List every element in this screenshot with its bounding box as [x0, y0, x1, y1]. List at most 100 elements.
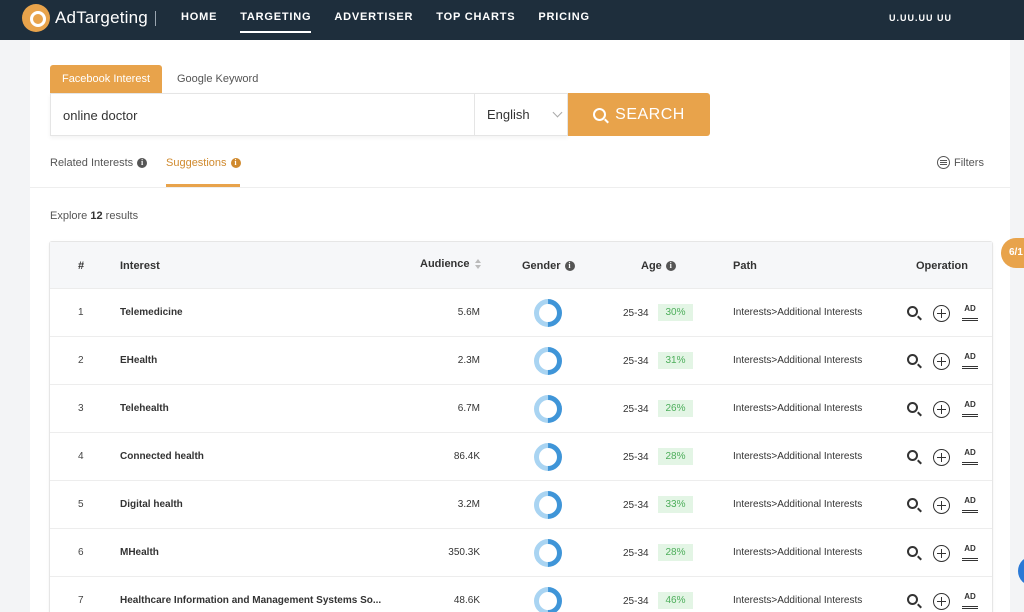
row-interest[interactable]: EHealth — [120, 355, 395, 366]
ad-icon[interactable]: AD — [962, 400, 978, 417]
nav-advertiser[interactable]: ADVERTISER — [334, 11, 413, 33]
row-age-range: 25-34 — [623, 404, 649, 415]
row-age-range: 25-34 — [623, 356, 649, 367]
row-interest[interactable]: Telehealth — [120, 403, 395, 414]
row-path: Interests>Additional Interests — [733, 547, 863, 558]
row-interest[interactable]: MHealth — [120, 547, 395, 558]
add-icon[interactable] — [933, 401, 950, 418]
info-icon: i — [665, 261, 676, 271]
row-path: Interests>Additional Interests — [733, 499, 863, 510]
nav-top-charts[interactable]: TOP CHARTS — [436, 11, 515, 33]
search-bar: online doctor English — [50, 93, 568, 136]
filters-button[interactable]: Filters — [937, 156, 984, 169]
table-row: 6 MHealth 350.3K 25-34 28% Interests>Addition… — [50, 529, 992, 577]
nav-divider — [155, 11, 156, 26]
add-icon[interactable] — [933, 545, 950, 562]
info-icon: i — [230, 158, 241, 168]
row-operations: AD — [906, 400, 986, 418]
table-row: 5 Digital health 3.2M 25-34 33% Interests>Add… — [50, 481, 992, 529]
tab-facebook-interest[interactable]: Facebook Interest — [50, 65, 162, 93]
nav-pricing[interactable]: PRICING — [538, 11, 589, 33]
results-count: 12 — [90, 210, 103, 222]
info-icon: i — [564, 261, 575, 271]
sort-icon[interactable] — [474, 258, 482, 270]
table-row: 7 Healthcare Information and Management S… — [50, 577, 992, 612]
language-select[interactable]: English — [474, 94, 569, 135]
row-path: Interests>Additional Interests — [733, 595, 863, 606]
table-row: 1 Telemedicine 5.6M 25-34 30% Interests>Addit… — [50, 289, 992, 337]
row-index: 2 — [78, 355, 84, 366]
brand-logo[interactable]: AdTargeting — [22, 4, 148, 32]
col-gender: Gender i — [522, 260, 575, 272]
ad-icon[interactable]: AD — [962, 448, 978, 465]
account-menu[interactable]: U.UU.UU UU — [889, 13, 1009, 21]
search-icon[interactable] — [907, 594, 918, 605]
ad-icon[interactable]: AD — [962, 496, 978, 513]
row-audience: 6.7M — [457, 403, 480, 414]
tab-suggestions-label: Suggestions — [166, 157, 227, 169]
row-age-range: 25-34 — [623, 500, 649, 511]
search-icon[interactable] — [907, 498, 918, 509]
ad-icon[interactable]: AD — [962, 592, 978, 609]
gender-donut-icon — [528, 581, 568, 612]
col-audience[interactable]: Audience — [420, 258, 482, 270]
page-indicator[interactable]: 6/1 — [1001, 238, 1024, 268]
row-operations: AD — [906, 544, 986, 562]
gender-donut-icon — [528, 533, 568, 573]
row-interest[interactable]: Telemedicine — [120, 307, 395, 318]
language-value: English — [487, 107, 530, 122]
row-index: 3 — [78, 403, 84, 414]
row-age-percent: 46% — [658, 592, 693, 609]
col-audience-label: Audience — [420, 258, 470, 270]
nav-targeting[interactable]: TARGETING — [240, 11, 312, 33]
search-icon — [593, 108, 607, 121]
row-interest[interactable]: Connected health — [120, 451, 395, 462]
chat-widget-icon[interactable] — [1018, 556, 1024, 586]
col-gender-label: Gender — [522, 260, 561, 272]
ad-icon[interactable]: AD — [962, 544, 978, 561]
table-header: # Interest Audience Gender i Age i Path Op… — [50, 242, 992, 289]
search-icon[interactable] — [907, 354, 918, 365]
search-icon[interactable] — [907, 402, 918, 413]
row-age-percent: 26% — [658, 400, 693, 417]
filter-icon — [937, 156, 950, 169]
ad-icon[interactable]: AD — [962, 352, 978, 369]
row-age-range: 25-34 — [623, 308, 649, 319]
add-icon[interactable] — [933, 497, 950, 514]
row-audience: 86.4K — [453, 451, 480, 462]
row-operations: AD — [906, 496, 986, 514]
gender-donut-icon — [528, 437, 568, 477]
search-input[interactable]: online doctor — [63, 94, 137, 137]
logo-icon — [22, 4, 50, 32]
ad-icon[interactable]: AD — [962, 304, 978, 321]
search-button[interactable]: SEARCH — [568, 93, 710, 136]
row-audience: 350.3K — [448, 547, 480, 558]
col-path: Path — [733, 260, 757, 272]
tab-suggestions[interactable]: Suggestions i — [166, 157, 241, 169]
row-operations: AD — [906, 352, 986, 370]
row-path: Interests>Additional Interests — [733, 403, 863, 414]
search-icon[interactable] — [907, 450, 918, 461]
tab-related-interests[interactable]: Related Interests i — [50, 157, 148, 169]
results-suffix: results — [105, 210, 139, 222]
search-icon[interactable] — [907, 306, 918, 317]
add-icon[interactable] — [933, 305, 950, 322]
col-age: Age i — [641, 260, 676, 272]
row-operations: AD — [906, 448, 986, 466]
filters-label: Filters — [954, 156, 984, 169]
chevron-down-icon — [552, 107, 563, 118]
row-interest[interactable]: Healthcare Information and Management Sy… — [120, 595, 395, 606]
col-age-label: Age — [641, 260, 662, 272]
brand-name: AdTargeting — [55, 8, 148, 27]
table-row: 3 Telehealth 6.7M 25-34 26% Interests>Additio… — [50, 385, 992, 433]
add-icon[interactable] — [933, 353, 950, 370]
row-path: Interests>Additional Interests — [733, 451, 863, 462]
col-interest: Interest — [120, 260, 160, 272]
tab-google-keyword[interactable]: Google Keyword — [177, 65, 258, 93]
search-icon[interactable] — [907, 546, 918, 557]
add-icon[interactable] — [933, 593, 950, 610]
row-interest[interactable]: Digital health — [120, 499, 395, 510]
nav-home[interactable]: HOME — [181, 11, 217, 33]
add-icon[interactable] — [933, 449, 950, 466]
results-prefix: Explore — [50, 210, 88, 222]
